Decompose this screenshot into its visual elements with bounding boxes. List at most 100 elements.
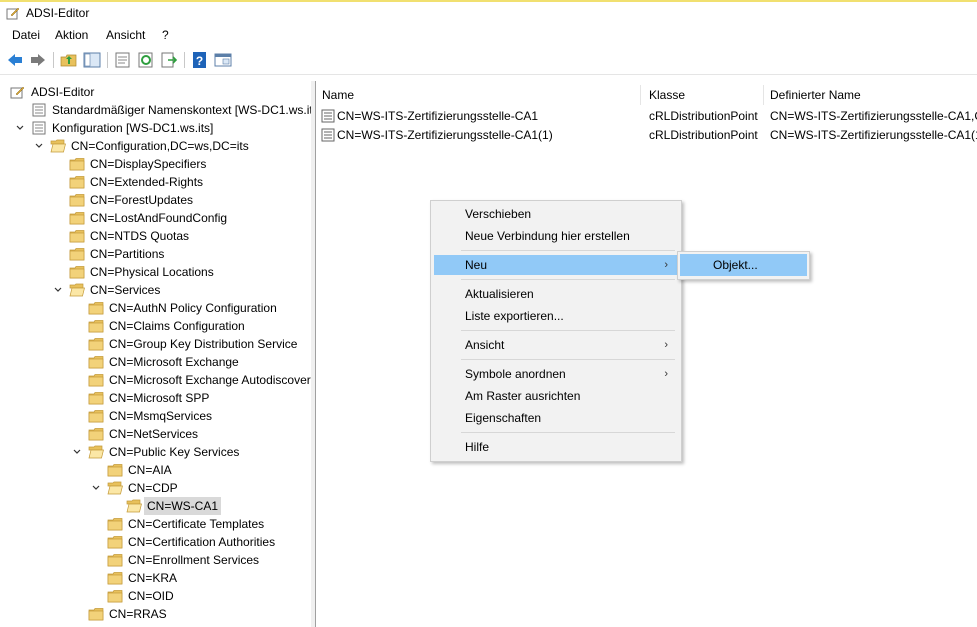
tree-item[interactable]: CN=Claims Configuration (0, 317, 311, 335)
menu-item-label: Symbole anordnen (465, 367, 566, 381)
show-hide-tree-icon[interactable] (83, 51, 101, 69)
tree-item[interactable]: CN=Configuration,DC=ws,DC=its (0, 137, 311, 155)
tree-item[interactable]: Konfiguration [WS-DC1.ws.its] (0, 119, 311, 137)
menu-item-label: Neue Verbindung hier erstellen (465, 229, 630, 243)
tree-item-label: CN=Claims Configuration (109, 319, 245, 333)
list-item[interactable]: CN=WS-ITS-Zertifizierungsstelle-CA1 cRLD… (321, 107, 977, 125)
tree-item-label: CN=NTDS Quotas (90, 229, 190, 243)
tree-item[interactable]: CN=Microsoft Exchange (0, 353, 311, 371)
menu-item-objekt[interactable]: Objekt... (680, 254, 807, 276)
back-arrow-icon[interactable] (6, 51, 24, 69)
tree-item[interactable]: CN=Partitions (0, 245, 311, 263)
forward-arrow-icon[interactable] (29, 51, 47, 69)
export-list-icon[interactable] (160, 51, 178, 69)
tree-item[interactable]: CN=KRA (0, 569, 311, 587)
chevron-down-icon[interactable] (90, 479, 102, 497)
tree-item[interactable]: CN=Certification Authorities (0, 533, 311, 551)
folder-icon (69, 211, 85, 225)
menu-bar: Datei Aktion Ansicht ? (0, 25, 977, 45)
tree-item-label: CN=ForestUpdates (90, 193, 194, 207)
svg-text:?: ? (196, 54, 203, 68)
menu-ansicht[interactable]: Ansicht (106, 28, 145, 42)
menu-item-label: Am Raster ausrichten (465, 389, 581, 403)
tree-item-label: CN=Microsoft Exchange (109, 355, 239, 369)
tree-item[interactable]: CN=Extended-Rights (0, 173, 311, 191)
folder-icon (88, 301, 104, 315)
tree-item[interactable]: CN=Public Key Services (0, 443, 311, 461)
tree-item[interactable]: CN=Certificate Templates (0, 515, 311, 533)
properties-icon[interactable] (114, 51, 132, 69)
title-bar: ADSI-Editor (0, 2, 977, 24)
toolbar: ? (0, 46, 977, 75)
column-header-name[interactable]: Name (316, 85, 641, 105)
menu-item-ansicht[interactable]: Ansicht › (434, 335, 678, 355)
console-view-icon[interactable] (214, 51, 232, 69)
submenu-arrow-icon: › (664, 259, 668, 271)
menu-item-label: Ansicht (465, 338, 505, 352)
list-item-dn: CN=WS-ITS-Zertifizierungsstelle-CA1,CN=W… (770, 109, 977, 123)
menu-separator (461, 330, 675, 331)
list-item[interactable]: CN=WS-ITS-Zertifizierungsstelle-CA1(1) c… (321, 126, 977, 144)
menu-datei[interactable]: Datei (12, 28, 40, 42)
folder-icon (88, 391, 104, 405)
menu-item-aktualisieren[interactable]: Aktualisieren (434, 284, 678, 304)
menu-item-neu[interactable]: Neu › (434, 255, 678, 275)
tree-item[interactable]: CN=AIA (0, 461, 311, 479)
tree-item[interactable]: CN=Microsoft SPP (0, 389, 311, 407)
menu-item-label: Verschieben (465, 207, 532, 221)
tree-item-label: CN=Extended-Rights (90, 175, 204, 189)
menu-item-eigenschaften[interactable]: Eigenschaften (434, 408, 678, 428)
folder-icon (69, 157, 85, 171)
tree-item-label: CN=DisplaySpecifiers (90, 157, 207, 171)
menu-item-hilfe[interactable]: Hilfe (434, 437, 678, 457)
tree-item[interactable]: Standardmäßiger Namenskontext [WS-DC1.ws… (0, 101, 311, 119)
tree-item[interactable]: CN=CDP (0, 479, 311, 497)
refresh-icon[interactable] (137, 51, 155, 69)
tree-item[interactable]: CN=RRAS (0, 605, 311, 623)
tree-item[interactable]: CN=Enrollment Services (0, 551, 311, 569)
folder-icon (88, 373, 104, 387)
tree-item[interactable]: CN=Physical Locations (0, 263, 311, 281)
menu-help[interactable]: ? (162, 28, 169, 42)
tree-item-label: CN=Certificate Templates (128, 517, 265, 531)
tree-item-label: Konfiguration [WS-DC1.ws.its] (52, 121, 214, 135)
menu-item-label: Neu (465, 258, 488, 272)
tree-item-label: CN=Enrollment Services (128, 553, 260, 567)
folder-open-icon (88, 445, 104, 459)
tree-item[interactable]: CN=WS-CA1 (0, 497, 311, 515)
help-icon[interactable]: ? (191, 51, 209, 69)
chevron-down-icon[interactable] (14, 119, 26, 137)
tree-item-label: CN=Certification Authorities (128, 535, 276, 549)
tree-item[interactable]: CN=AuthN Policy Configuration (0, 299, 311, 317)
menu-item-neue-verbindung[interactable]: Neue Verbindung hier erstellen (434, 226, 678, 246)
tree-root[interactable]: ADSI-Editor (0, 83, 311, 101)
menu-item-am-raster-ausrichten[interactable]: Am Raster ausrichten (434, 386, 678, 406)
tree-item[interactable]: CN=DisplaySpecifiers (0, 155, 311, 173)
chevron-down-icon[interactable] (52, 281, 64, 299)
tree-item[interactable]: CN=Group Key Distribution Service (0, 335, 311, 353)
tree-item[interactable]: CN=LostAndFoundConfig (0, 209, 311, 227)
menu-item-verschieben[interactable]: Verschieben (434, 204, 678, 224)
tree-item-label: ADSI-Editor (31, 85, 95, 99)
up-folder-icon[interactable] (60, 51, 78, 69)
menu-separator (461, 359, 675, 360)
tree-item[interactable]: CN=Services (0, 281, 311, 299)
folder-icon (107, 535, 123, 549)
tree-item[interactable]: CN=MsmqServices (0, 407, 311, 425)
tree-item[interactable]: CN=ForestUpdates (0, 191, 311, 209)
tree-item[interactable]: CN=Microsoft Exchange Autodiscover (0, 371, 311, 389)
menu-item-symbole-anordnen[interactable]: Symbole anordnen › (434, 364, 678, 384)
tree-item[interactable]: CN=OID (0, 587, 311, 605)
column-header-klasse[interactable]: Klasse (643, 85, 764, 105)
list-item-dn: CN=WS-ITS-Zertifizierungsstelle-CA1(1),C… (770, 128, 977, 142)
tree-item[interactable]: CN=NTDS Quotas (0, 227, 311, 245)
chevron-down-icon[interactable] (33, 137, 45, 155)
menu-separator (461, 279, 675, 280)
menu-aktion[interactable]: Aktion (55, 28, 88, 42)
menu-item-liste-exportieren[interactable]: Liste exportieren... (434, 306, 678, 326)
folder-icon (107, 571, 123, 585)
column-header-definierter-name[interactable]: Definierter Name (764, 85, 977, 105)
tree-item[interactable]: CN=NetServices (0, 425, 311, 443)
folder-icon (107, 553, 123, 567)
chevron-down-icon[interactable] (71, 443, 83, 461)
